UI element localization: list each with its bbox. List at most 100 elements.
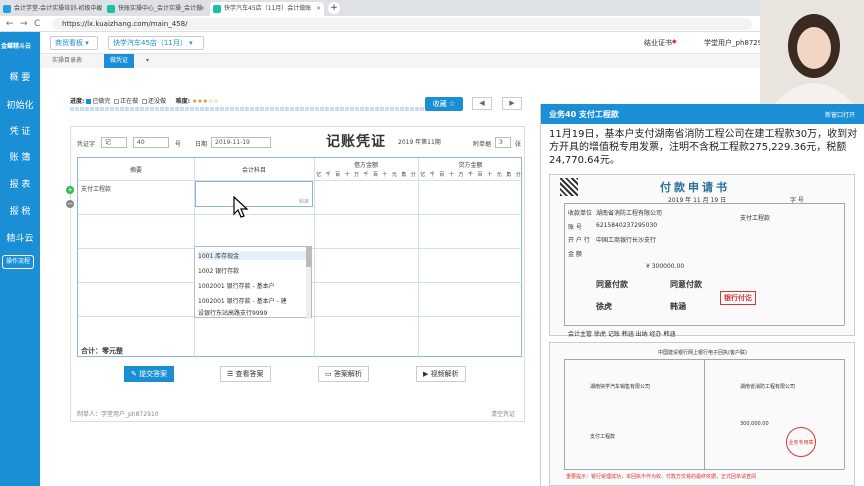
next-page-button[interactable]: ▶ <box>502 97 522 110</box>
view-select-value: 商贸看板 <box>55 39 83 47</box>
unit-header-cell: 万 <box>458 172 464 178</box>
dropdown-option[interactable]: 1002001 银行存款 - 基本户 <box>198 281 275 290</box>
amount-label: 金 额 <box>568 251 582 258</box>
unit-header-cell: 千 <box>467 172 473 178</box>
mouse-cursor-icon <box>233 196 249 218</box>
sidebar-item-overview[interactable]: 概 要 <box>0 70 40 83</box>
tab-practice-catalog[interactable]: 实操目录表 <box>46 54 88 68</box>
dropdown-option[interactable]: 1002 银行存款 <box>198 266 239 275</box>
unit-header-cell: 百 <box>372 172 378 178</box>
edit-icon: ✎ <box>131 370 137 378</box>
task-description: 11月19日，基本户支付湖南省消防工程公司在建工程款30万，收到对方开具的增值税… <box>549 129 858 166</box>
doing-label: 正在做 <box>120 98 139 105</box>
unit-header-cell: 万 <box>354 172 360 178</box>
unit-header-cell: 角 <box>401 172 407 178</box>
work-area: 进度: 已做完 正在做 还没做 难度: ★★★☆☆ 收藏 ☆ ◀ ▶ 记账凭证 … <box>40 68 540 486</box>
close-icon[interactable]: × <box>316 2 321 16</box>
dropdown-option[interactable]: 设银行东站高路支行9999 <box>198 308 267 317</box>
forward-icon[interactable]: → <box>20 18 28 30</box>
bank-paid-stamp: 银行付讫 <box>720 291 756 305</box>
finance-approve-text: 同意付款 <box>670 280 702 289</box>
browser-tab-3[interactable]: 快学汽车45店（11月）会计做账 × <box>210 2 324 16</box>
app-header: 商贸看板 ▾ 快学汽车45店（11月） ▾ 结业证书 ◆ 学堂用户_ph8729… <box>40 32 767 54</box>
video-analysis-button[interactable]: ▶ 视频解析 <box>416 366 466 382</box>
user-name[interactable]: 学堂用户_ph87292 <box>704 38 767 48</box>
attach-label: 附单据 <box>473 141 492 148</box>
unit-header-cell: 亿 <box>316 172 322 178</box>
site-favicon-icon <box>213 5 221 13</box>
submit-label: 提交答案 <box>139 370 168 378</box>
browser-tab-1[interactable]: 会计学堂-会计实操培训-初级中级 × <box>0 2 104 16</box>
list-icon: ☰ <box>227 370 234 378</box>
sidebar-item-ledger[interactable]: 账 簿 <box>0 150 40 163</box>
close-icon[interactable]: × <box>200 2 205 16</box>
new-tab-button[interactable]: + <box>328 2 340 14</box>
voucher-number-input[interactable]: 40 <box>133 137 169 148</box>
attach-count-input[interactable]: 3 <box>495 137 511 148</box>
doing-legend-icon <box>114 99 120 104</box>
bank-purpose: 支付工程款 <box>590 434 616 440</box>
sidebar-item-init[interactable]: 初始化 <box>0 98 40 111</box>
open-new-window-link[interactable]: 新窗口打开 <box>825 110 855 119</box>
bank-value: 中国工商银行长沙支行 <box>596 237 657 244</box>
row1-summary-cell[interactable]: 支付工程款 <box>81 184 111 193</box>
site-favicon-icon <box>3 5 11 13</box>
dropdown-scrollbar[interactable] <box>306 247 311 319</box>
play-icon: ▶ <box>423 370 429 378</box>
analysis-label: 答案解析 <box>333 370 362 378</box>
bank-amount: 300,000.00 <box>740 421 769 427</box>
unit-header-cell: 元 <box>391 172 397 178</box>
view-answer-button[interactable]: ☰ 查看答案 <box>220 366 271 382</box>
approver-name: 徐虎 <box>596 302 612 311</box>
col-debit-header: 借方金额 <box>353 162 378 169</box>
submit-answer-button[interactable]: ✎ 提交答案 <box>124 366 175 382</box>
reload-icon[interactable]: C <box>34 18 40 30</box>
remove-row-icon[interactable]: − <box>66 200 74 208</box>
bank-seal-stamp: 业务专用章 <box>786 427 816 457</box>
sidebar-item-voucher[interactable]: 凭 证 <box>0 124 40 137</box>
url-input[interactable]: https://lx.kuaizhang.com/main_458/ <box>52 18 752 30</box>
sidebar-item-tax[interactable]: 报 税 <box>0 204 40 217</box>
voucher-date-input[interactable]: 2019-11-19 <box>211 137 271 148</box>
unit-header-cell: 百 <box>477 172 483 178</box>
site-favicon-icon <box>107 5 115 13</box>
inbox-icon: ▭ <box>325 370 332 378</box>
task-panel: 业务40 支付工程款 新窗口打开 11月19日，基本户支付湖南省消防工程公司在建… <box>540 104 864 486</box>
account-input[interactable]: 科目 <box>195 181 313 207</box>
collect-button[interactable]: 收藏 ☆ <box>425 97 463 111</box>
dropdown-option[interactable]: 1001 库存现金 <box>198 251 306 260</box>
col-credit-header: 贷方金额 <box>458 162 483 169</box>
bank-label: 开 户 行 <box>568 237 590 244</box>
clear-voucher-link[interactable]: 清空凭证 <box>491 409 515 418</box>
view-select[interactable]: 商贸看板 ▾ <box>50 36 98 50</box>
answer-analysis-button[interactable]: ▭ 答案解析 <box>318 366 369 382</box>
browser-tab-2[interactable]: 快账实操中心_会计实操_会计做 × <box>104 2 208 16</box>
add-row-icon[interactable]: + <box>66 186 74 194</box>
unit-header-cell: 分 <box>515 172 521 178</box>
company-select-value: 快学汽车45店（11月） <box>113 39 187 47</box>
tab-make-voucher[interactable]: 做凭证 <box>104 54 135 68</box>
close-icon[interactable]: × <box>96 2 101 16</box>
approve-text: 同意付款 <box>596 280 628 289</box>
bank-receipt-document: 中国建设银行网上银行电子回执(客户联) 湖南快学汽车销售有限公司 湖南省消防工程… <box>549 342 855 486</box>
voucher-word-select[interactable]: 记 <box>101 137 127 148</box>
voucher-date-label: 日期 <box>195 141 208 148</box>
back-icon[interactable]: ← <box>6 18 14 30</box>
unit-header-cell: 千 <box>429 172 435 178</box>
dropdown-option[interactable]: 1002001 银行存款 - 基本户 - 建 <box>198 296 287 305</box>
company-select[interactable]: 快学汽车45店（11月） ▾ <box>108 36 204 50</box>
certificate-link[interactable]: 结业证书 <box>644 38 672 48</box>
tab-title: 会计学堂-会计实操培训-初级中级 <box>14 5 103 12</box>
prev-page-button[interactable]: ◀ <box>472 97 492 110</box>
task-header: 业务40 支付工程款 新窗口打开 <box>541 104 864 124</box>
app-logo: 金蝶精斗云 <box>1 43 32 50</box>
chevron-down-icon[interactable]: ▾ <box>140 54 155 68</box>
certificate-badge-icon: ◆ <box>672 38 677 45</box>
account-placeholder: 科目 <box>298 199 309 205</box>
sidebar-item-cloud[interactable]: 精斗云 <box>0 231 40 244</box>
unit-header-cell: 元 <box>496 172 502 178</box>
sidebar-item-report[interactable]: 报 表 <box>0 177 40 190</box>
sub-tabs: 实操目录表 做凭证 ▾ <box>40 54 760 68</box>
operation-flow-button[interactable]: 操作流程 <box>2 255 34 269</box>
difficulty-stars: ★★★☆☆ <box>191 98 219 105</box>
